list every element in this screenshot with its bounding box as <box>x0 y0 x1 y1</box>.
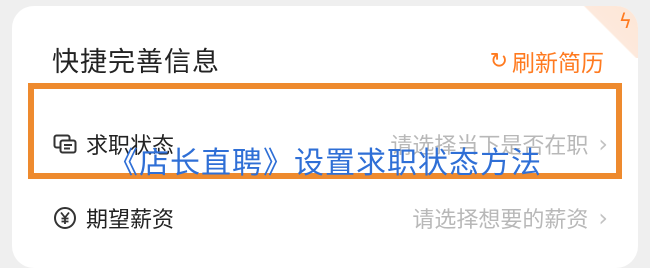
refresh-icon: ↻ <box>489 48 508 74</box>
overlay-caption: 《店长直聘》设置求职状态方法 <box>108 146 542 181</box>
refresh-resume-button[interactable]: ↻ 刷新简历 <box>490 44 604 78</box>
refresh-resume-label: 刷新简历 <box>512 51 604 77</box>
lightning-icon: ϟ <box>618 9 632 33</box>
expected-salary-row[interactable]: 期望薪资 请选择想要的薪资 › <box>52 188 608 248</box>
card-title: 快捷完善信息 <box>52 47 220 78</box>
chevron-right-icon: › <box>598 204 608 232</box>
expected-salary-value: 请选择想要的薪资 <box>412 208 589 233</box>
yuan-icon <box>52 205 78 231</box>
expected-salary-label: 期望薪资 <box>86 208 175 233</box>
